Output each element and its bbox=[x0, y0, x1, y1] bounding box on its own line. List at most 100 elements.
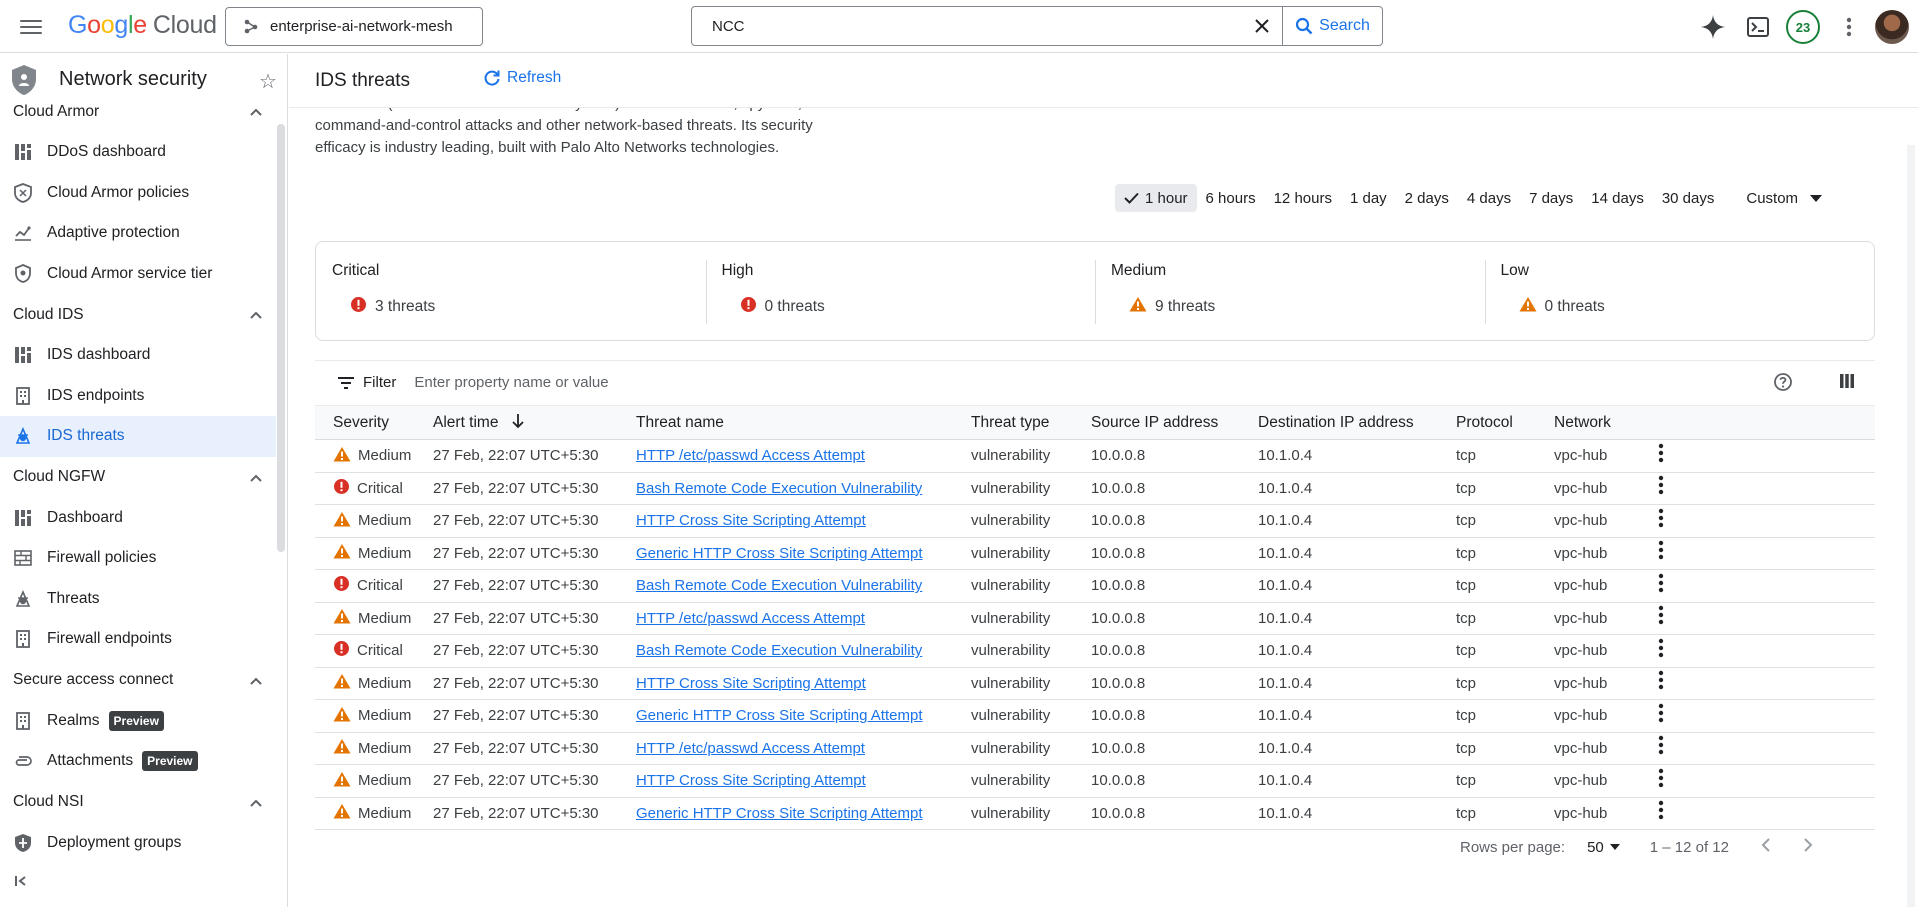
column-header-severity[interactable]: Severity bbox=[315, 414, 389, 431]
sidebar-item-dashboard[interactable]: Dashboard bbox=[0, 498, 276, 539]
threat-name-link[interactable]: HTTP Cross Site Scripting Attempt bbox=[636, 675, 866, 692]
column-display-icon[interactable] bbox=[1839, 373, 1855, 392]
row-actions-icon[interactable] bbox=[1658, 476, 1664, 500]
row-actions-icon[interactable] bbox=[1658, 573, 1664, 598]
clear-search-icon[interactable] bbox=[1242, 7, 1282, 45]
account-avatar[interactable] bbox=[1874, 9, 1910, 45]
row-actions-icon[interactable] bbox=[1658, 801, 1664, 825]
threat-name-link[interactable]: HTTP /etc/passwd Access Attempt bbox=[636, 740, 865, 757]
chevron-up-icon[interactable] bbox=[250, 673, 262, 688]
row-actions-icon[interactable] bbox=[1658, 703, 1664, 728]
column-header-threat-type[interactable]: Threat type bbox=[971, 414, 1049, 431]
threat-name-link[interactable]: HTTP Cross Site Scripting Attempt bbox=[636, 772, 866, 789]
table-row[interactable]: Medium 27 Feb, 22:07 UTC+5:30 HTTP /etc/… bbox=[315, 439, 1875, 473]
time-range-6-hours[interactable]: 6 hours bbox=[1197, 184, 1265, 212]
severity-summary-critical[interactable]: Critical 3 threats bbox=[316, 242, 706, 340]
column-header-protocol[interactable]: Protocol bbox=[1456, 414, 1513, 431]
table-row[interactable]: Medium 27 Feb, 22:07 UTC+5:30 HTTP Cross… bbox=[315, 667, 1875, 700]
table-row[interactable]: Medium 27 Feb, 22:07 UTC+5:30 HTTP Cross… bbox=[315, 504, 1875, 538]
table-row[interactable]: Critical 27 Feb, 22:07 UTC+5:30 Bash Rem… bbox=[315, 634, 1875, 668]
filter-input[interactable] bbox=[414, 374, 1015, 391]
table-row[interactable]: Medium 27 Feb, 22:07 UTC+5:30 Generic HT… bbox=[315, 537, 1875, 570]
time-range-30-days[interactable]: 30 days bbox=[1653, 184, 1724, 212]
threat-name-link[interactable]: HTTP /etc/passwd Access Attempt bbox=[636, 447, 865, 464]
chevron-up-icon[interactable] bbox=[250, 470, 262, 485]
row-actions-icon[interactable] bbox=[1658, 508, 1664, 533]
time-range-4-days[interactable]: 4 days bbox=[1458, 184, 1520, 212]
threat-name-link[interactable]: Generic HTTP Cross Site Scripting Attemp… bbox=[636, 707, 923, 724]
time-range-14-days[interactable]: 14 days bbox=[1582, 184, 1653, 212]
sidebar-item-cloud-armor-service-tier[interactable]: Cloud Armor service tier bbox=[0, 254, 276, 295]
search-input[interactable] bbox=[692, 7, 1242, 45]
previous-page-icon[interactable] bbox=[1761, 837, 1771, 858]
row-actions-icon[interactable] bbox=[1658, 606, 1664, 630]
table-row[interactable]: Critical 27 Feb, 22:07 UTC+5:30 Bash Rem… bbox=[315, 569, 1875, 603]
next-page-icon[interactable] bbox=[1803, 837, 1813, 858]
google-cloud-logo[interactable]: Google Cloud bbox=[68, 11, 217, 40]
chevron-up-icon[interactable] bbox=[250, 795, 262, 810]
threat-name-link[interactable]: Bash Remote Code Execution Vulnerability bbox=[636, 480, 922, 497]
more-options-icon[interactable] bbox=[1834, 12, 1864, 42]
row-actions-icon[interactable] bbox=[1658, 736, 1664, 760]
table-row[interactable]: Critical 27 Feb, 22:07 UTC+5:30 Bash Rem… bbox=[315, 472, 1875, 505]
severity-summary-high[interactable]: High 0 threats bbox=[706, 242, 1096, 340]
time-range-7-days[interactable]: 7 days bbox=[1520, 184, 1582, 212]
sidebar-item-realms[interactable]: Realms Preview bbox=[0, 701, 276, 742]
time-range-1-day[interactable]: 1 day bbox=[1341, 184, 1396, 212]
sidebar-item-threats[interactable]: Threats bbox=[0, 579, 276, 620]
cloud-shell-icon[interactable] bbox=[1743, 12, 1773, 42]
sidebar-item-ids-dashboard[interactable]: IDS dashboard bbox=[0, 335, 276, 376]
time-range-12-hours[interactable]: 12 hours bbox=[1265, 184, 1341, 212]
sidebar-item-ids-endpoints[interactable]: IDS endpoints bbox=[0, 376, 276, 417]
threat-name-link[interactable]: Bash Remote Code Execution Vulnerability bbox=[636, 642, 922, 659]
table-row[interactable]: Medium 27 Feb, 22:07 UTC+5:30 HTTP /etc/… bbox=[315, 732, 1875, 765]
sidebar-item-ddos-dashboard[interactable]: DDoS dashboard bbox=[0, 132, 276, 173]
sidebar-item-deployment-groups[interactable]: Deployment groups bbox=[0, 823, 276, 864]
time-range-1-hour[interactable]: 1 hour bbox=[1115, 184, 1197, 212]
threat-name-link[interactable]: HTTP Cross Site Scripting Attempt bbox=[636, 512, 866, 529]
project-picker[interactable]: enterprise-ai-network-mesh bbox=[225, 7, 483, 46]
row-actions-icon[interactable] bbox=[1658, 443, 1664, 468]
table-row[interactable]: Medium 27 Feb, 22:07 UTC+5:30 HTTP /etc/… bbox=[315, 602, 1875, 635]
chevron-up-icon[interactable] bbox=[250, 307, 262, 322]
sidebar-item-firewall-policies[interactable]: Firewall policies bbox=[0, 538, 276, 579]
column-header-network[interactable]: Network bbox=[1554, 414, 1611, 431]
column-header-destination-ip[interactable]: Destination IP address bbox=[1258, 414, 1414, 431]
rows-per-page-select[interactable]: 50 bbox=[1587, 839, 1620, 856]
sidebar-item-firewall-endpoints[interactable]: Firewall endpoints bbox=[0, 619, 276, 660]
sidebar-section-cloud-armor[interactable]: Cloud Armor bbox=[0, 91, 276, 132]
threat-name-link[interactable]: HTTP /etc/passwd Access Attempt bbox=[636, 610, 865, 627]
sidebar-item-ids-threats[interactable]: IDS threats bbox=[0, 416, 276, 457]
main-menu-icon[interactable] bbox=[18, 16, 44, 36]
chevron-up-icon[interactable] bbox=[250, 104, 262, 119]
severity-summary-low[interactable]: Low 0 threats bbox=[1485, 242, 1875, 340]
column-header-source-ip[interactable]: Source IP address bbox=[1091, 414, 1218, 431]
sort-descending-icon[interactable] bbox=[511, 413, 525, 429]
sidebar-section-cloud-nsi[interactable]: Cloud NSI bbox=[0, 782, 276, 823]
time-range-2-days[interactable]: 2 days bbox=[1396, 184, 1458, 212]
sidebar-section-cloud-ids[interactable]: Cloud IDS bbox=[0, 294, 276, 335]
table-row[interactable]: Medium 27 Feb, 22:07 UTC+5:30 Generic HT… bbox=[315, 699, 1875, 733]
row-actions-icon[interactable] bbox=[1658, 671, 1664, 695]
sidebar-section-cloud-ngfw[interactable]: Cloud NGFW bbox=[0, 457, 276, 498]
main-scrollbar[interactable] bbox=[1907, 145, 1915, 907]
sidebar-item-adaptive-protection[interactable]: Adaptive protection bbox=[0, 213, 276, 254]
column-header-alert-time[interactable]: Alert time bbox=[433, 414, 498, 431]
notifications-badge[interactable]: 23 bbox=[1785, 9, 1821, 45]
severity-summary-medium[interactable]: Medium 9 threats bbox=[1095, 242, 1485, 340]
table-row[interactable]: Medium 27 Feb, 22:07 UTC+5:30 Generic HT… bbox=[315, 797, 1875, 830]
gemini-sparkle-icon[interactable] bbox=[1698, 12, 1728, 42]
filter-label[interactable]: Filter bbox=[363, 374, 396, 391]
refresh-button[interactable]: Refresh bbox=[483, 69, 561, 87]
sidebar-section-secure-access-connect[interactable]: Secure access connect bbox=[0, 660, 276, 701]
table-row[interactable]: Medium 27 Feb, 22:07 UTC+5:30 HTTP Cross… bbox=[315, 764, 1875, 798]
sidebar-item-cloud-armor-policies[interactable]: Cloud Armor policies bbox=[0, 173, 276, 214]
time-range-custom-dropdown[interactable]: Custom bbox=[1737, 184, 1831, 212]
threat-name-link[interactable]: Bash Remote Code Execution Vulnerability bbox=[636, 577, 922, 594]
filter-icon[interactable] bbox=[337, 376, 355, 390]
row-actions-icon[interactable] bbox=[1658, 541, 1664, 565]
search-button[interactable]: Search bbox=[1282, 7, 1382, 45]
column-header-threat-name[interactable]: Threat name bbox=[636, 414, 724, 431]
threat-name-link[interactable]: Generic HTTP Cross Site Scripting Attemp… bbox=[636, 805, 923, 822]
sidebar-item-attachments[interactable]: Attachments Preview bbox=[0, 741, 276, 782]
